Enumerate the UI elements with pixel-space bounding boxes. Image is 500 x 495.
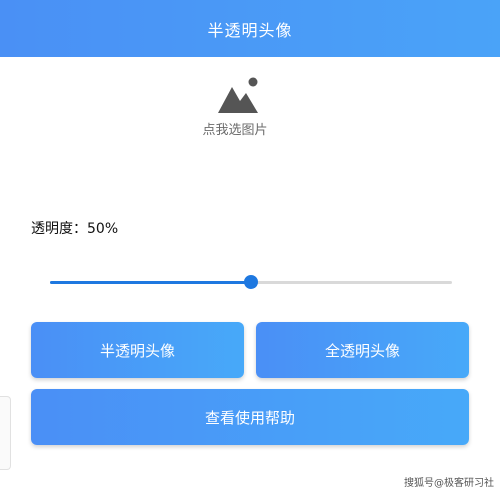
image-placeholder-icon [218, 77, 258, 113]
image-picker[interactable]: 点我选图片 [170, 75, 300, 155]
slider-fill [50, 281, 251, 284]
app-screen: 半透明头像 点我选图片 透明度：50% 半透明头像 全透明头像 查看使用帮助 搜… [0, 0, 500, 495]
side-edge-panel [0, 396, 11, 470]
app-header: 半透明头像 [0, 0, 500, 57]
full-transparent-avatar-button[interactable]: 全透明头像 [256, 322, 469, 378]
opacity-label: 透明度： [31, 221, 87, 237]
opacity-value: 50% [87, 221, 119, 237]
half-transparent-avatar-label: 半透明头像 [99, 341, 175, 360]
view-help-label: 查看使用帮助 [204, 408, 295, 427]
watermark: 搜狐号@极客研习社 [404, 478, 494, 489]
slider-thumb[interactable] [244, 275, 258, 289]
full-transparent-avatar-label: 全透明头像 [324, 341, 400, 360]
view-help-button[interactable]: 查看使用帮助 [31, 389, 469, 445]
half-transparent-avatar-button[interactable]: 半透明头像 [31, 322, 244, 378]
image-picker-label: 点我选图片 [202, 123, 268, 138]
page-title: 半透明头像 [207, 20, 293, 40]
opacity-readout: 透明度：50% [31, 218, 118, 238]
opacity-slider[interactable] [50, 275, 452, 291]
